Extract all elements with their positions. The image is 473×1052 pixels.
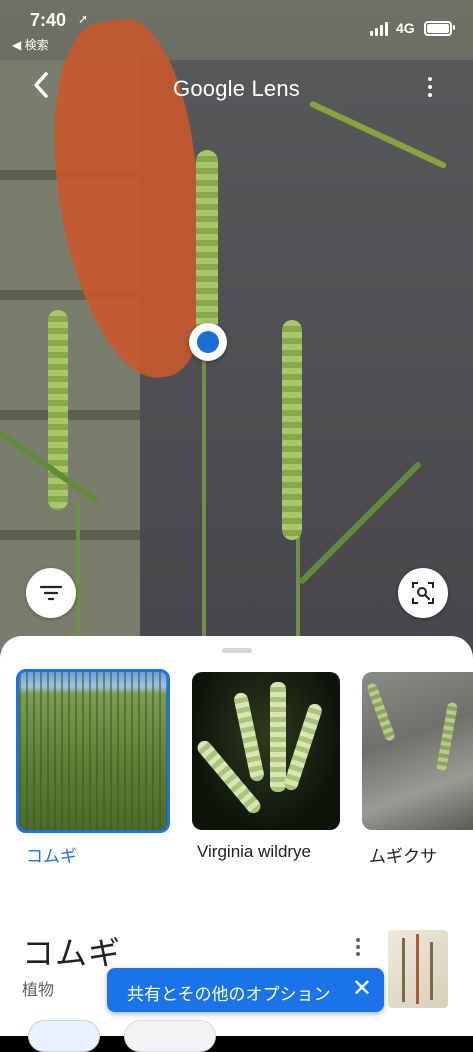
status-time: 7:40 [30,10,67,30]
back-to-app-link[interactable]: ◀ 検索 [12,36,49,53]
wheat-stalk [296,520,300,650]
result-subtitle: 植物 [22,982,55,999]
result-label-mugikusa[interactable]: ムギクサ [369,842,437,867]
battery-icon [424,21,455,36]
result-label-wheat[interactable]: コムギ [26,842,77,867]
sheet-drag-handle[interactable] [222,648,252,653]
result-card-virginia-wildrye[interactable] [192,672,340,830]
more-vert-icon[interactable] [420,72,440,102]
action-chip[interactable] [28,1020,100,1052]
result-thumbnail[interactable] [388,930,448,1008]
network-type: 4G [396,20,415,36]
action-chip[interactable] [124,1020,216,1052]
snackbar-text[interactable]: 共有とその他のオプション [127,980,331,1005]
result-card-wheat[interactable] [16,669,170,833]
result-card-mugikusa[interactable] [362,672,473,830]
search-region-icon [412,582,434,604]
filter-button[interactable] [26,568,76,618]
close-icon[interactable]: ✕ [352,976,372,1002]
location-arrow-icon: ➚ [78,12,89,26]
wheat-ear [282,320,302,540]
cellular-signal-icon [370,22,388,36]
result-title: コムギ [22,935,122,971]
wheat-stalk [202,330,206,650]
more-vert-icon[interactable] [356,938,360,956]
lens-title: Google Lens [173,76,300,101]
search-region-button[interactable] [398,568,448,618]
filter-icon [40,585,62,601]
focus-point-dot[interactable] [189,323,227,361]
wheat-stalk [76,500,80,650]
share-options-snackbar[interactable]: 共有とその他のオプション ✕ [107,968,384,1012]
result-label-virginia-wildrye[interactable]: Virginia wildrye [197,842,311,862]
status-bar: 7:40 ➚ ◀ 検索 4G [0,0,473,52]
wheat-ear [196,150,218,340]
